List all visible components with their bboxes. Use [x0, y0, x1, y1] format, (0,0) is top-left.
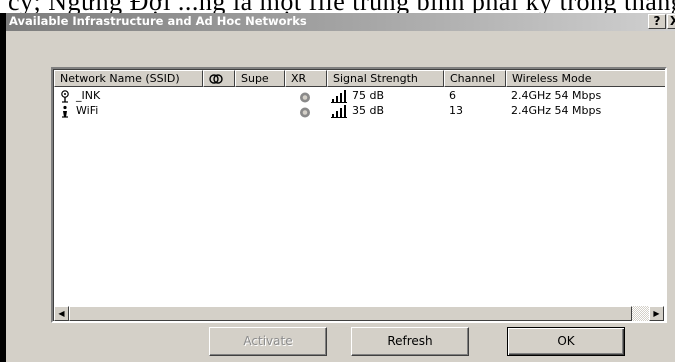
channel-cell: 13	[449, 104, 463, 117]
signal-cell: 75 dB	[352, 89, 385, 102]
horizontal-scrollbar[interactable]: ◀ ▶	[54, 306, 664, 321]
scroll-right-button[interactable]: ▶	[649, 306, 664, 321]
list-header: Network Name (SSID) Supe XR Signal Stren…	[54, 70, 665, 87]
antenna-icon	[61, 90, 69, 103]
column-header-security[interactable]	[203, 70, 235, 87]
list-item[interactable]: _INK 75 dB 6 2.4GHz 54 Mbps	[54, 88, 665, 103]
access-point-icon	[62, 105, 68, 118]
list-item[interactable]: WiFi 35 dB 13 2.4GHz 54 Mbps	[54, 103, 665, 118]
help-button[interactable]: ?	[648, 14, 666, 29]
networks-dialog: Available Infrastructure and Ad Hoc Netw…	[0, 13, 675, 362]
signal-cell: 35 dB	[352, 104, 385, 117]
security-header-icon	[209, 74, 223, 84]
channel-cell: 6	[449, 89, 456, 102]
networks-list[interactable]: Network Name (SSID) Supe XR Signal Stren…	[51, 67, 667, 323]
close-button[interactable]: X	[667, 14, 675, 29]
column-header-signal[interactable]: Signal Strength	[327, 70, 444, 87]
column-header-channel[interactable]: Channel	[444, 70, 506, 87]
title-bar[interactable]: Available Infrastructure and Ad Hoc Netw…	[6, 13, 675, 31]
column-header-mode[interactable]: Wireless Mode	[506, 70, 665, 87]
column-header-xr[interactable]: XR	[285, 70, 327, 87]
ssid-cell: _INK	[76, 89, 101, 102]
window-title: Available Infrastructure and Ad Hoc Netw…	[9, 14, 307, 28]
column-header-ssid[interactable]: Network Name (SSID)	[54, 70, 203, 87]
refresh-button[interactable]: Refresh	[351, 327, 469, 356]
signal-bars-icon	[331, 90, 347, 103]
scroll-left-button[interactable]: ◀	[54, 306, 69, 321]
signal-bars-icon	[331, 105, 347, 118]
ssid-cell: WiFi	[76, 104, 99, 117]
ok-button[interactable]: OK	[507, 327, 625, 356]
xr-lock-icon	[300, 107, 310, 118]
column-header-super[interactable]: Supe	[235, 70, 285, 87]
mode-cell: 2.4GHz 54 Mbps	[511, 104, 602, 117]
scrollbar-thumb[interactable]	[69, 306, 632, 321]
activate-button[interactable]: Activate	[209, 327, 327, 356]
mode-cell: 2.4GHz 54 Mbps	[511, 89, 602, 102]
